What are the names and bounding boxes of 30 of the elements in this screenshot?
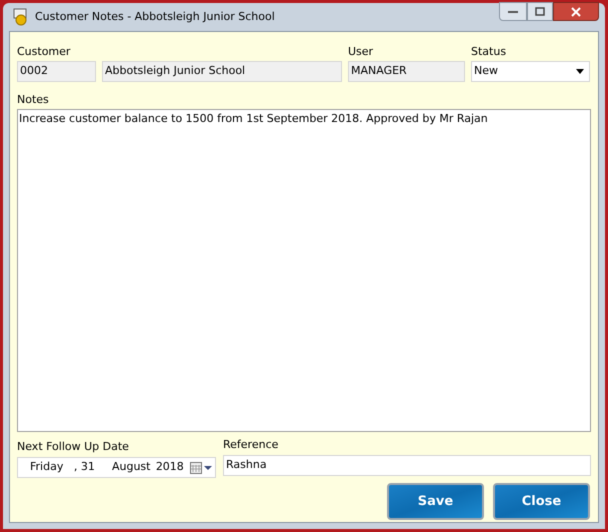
close-icon bbox=[570, 6, 582, 16]
app-icon bbox=[13, 8, 29, 26]
minimize-button[interactable] bbox=[499, 2, 527, 21]
field-label: Next Follow Up Date bbox=[17, 439, 130, 455]
notes-textarea[interactable]: Increase customer balance to 1500 from 1st September 2018. Approved by Mr Rajan bbox=[17, 109, 591, 432]
date-part: 2018 bbox=[156, 459, 185, 476]
status-dropdown[interactable]: New bbox=[471, 61, 590, 82]
date-part: , 31 bbox=[74, 459, 96, 476]
input-field[interactable]: Abbotsleigh Junior School bbox=[102, 61, 342, 82]
date-part: August bbox=[112, 459, 152, 476]
minimize-icon bbox=[508, 10, 518, 14]
field-label: Status bbox=[471, 44, 508, 60]
date-part: Friday bbox=[30, 459, 64, 476]
action-button[interactable]: Close bbox=[493, 483, 590, 520]
caret-icon bbox=[576, 69, 584, 74]
window-title: Customer Notes - Abbotsleigh Junior School bbox=[35, 8, 275, 25]
field-label: Customer bbox=[17, 44, 72, 60]
date-picker[interactable]: Friday , 31 August 2018 bbox=[17, 457, 216, 478]
input-field[interactable]: 0002 bbox=[17, 61, 96, 82]
status-value: New bbox=[474, 63, 498, 80]
maximize-icon bbox=[535, 7, 545, 16]
field-label: Reference bbox=[223, 437, 280, 453]
maximize-button[interactable] bbox=[527, 2, 553, 21]
field-label: User bbox=[348, 44, 374, 60]
field-label: Notes bbox=[17, 92, 50, 108]
close-button[interactable] bbox=[553, 2, 599, 21]
calendar-icon[interactable] bbox=[190, 462, 213, 474]
input-field[interactable]: Rashna bbox=[223, 455, 591, 476]
action-button[interactable]: Save bbox=[387, 483, 484, 520]
input-field[interactable]: MANAGER bbox=[348, 61, 465, 82]
